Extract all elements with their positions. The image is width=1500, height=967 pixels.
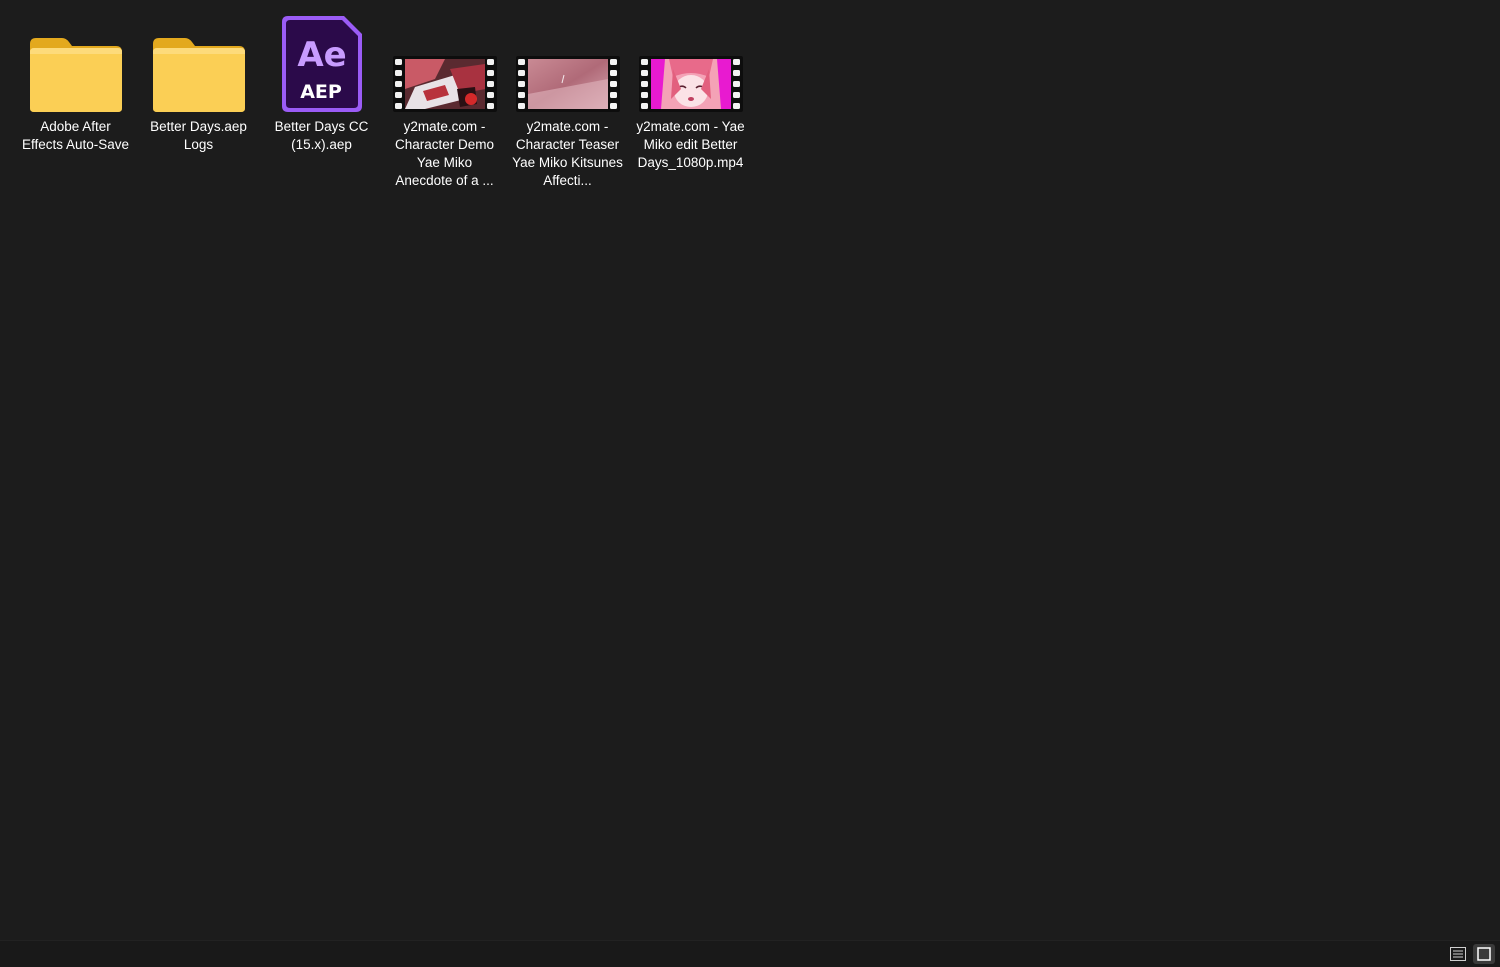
list-view-icon [1450, 947, 1466, 961]
file-name: y2mate.com - Character Teaser Yae Miko K… [512, 119, 623, 188]
video-thumbnail [650, 59, 731, 109]
file-view-pane[interactable]: Adobe After Effects Auto-Save Better Day… [0, 0, 1500, 940]
video-thumbnail-icon [513, 8, 623, 114]
video-thumbnail-icon [390, 8, 500, 114]
video-thumbnail-icon [636, 8, 746, 114]
file-name: Better Days CC (15.x).aep [274, 119, 369, 152]
file-item-video[interactable]: y2mate.com - Yae Miko edit Better Days_1… [629, 8, 752, 190]
file-item-logs-folder[interactable]: Better Days.aep Logs [137, 8, 260, 190]
file-item-video[interactable]: y2mate.com - Character Teaser Yae Miko K… [506, 8, 629, 190]
file-name: Better Days.aep Logs [150, 119, 247, 152]
file-item-video[interactable]: y2mate.com - Character Demo Yae Miko Ane… [383, 8, 506, 190]
large-icons-view-button[interactable] [1473, 944, 1495, 964]
folder-icon [144, 8, 254, 114]
details-view-button[interactable] [1447, 944, 1469, 964]
large-icons-view-icon [1477, 947, 1491, 961]
file-grid: Adobe After Effects Auto-Save Better Day… [14, 8, 752, 190]
file-item-aep[interactable]: Ae AEP Better Days CC (15.x).aep [260, 8, 383, 190]
aep-icon-extension: AEP [300, 81, 342, 103]
file-item-auto-save-folder[interactable]: Adobe After Effects Auto-Save [14, 8, 137, 190]
folder-icon [21, 8, 131, 114]
file-name: y2mate.com - Character Demo Yae Miko Ane… [394, 119, 495, 188]
status-bar [0, 940, 1500, 967]
file-name: Adobe After Effects Auto-Save [21, 119, 130, 152]
aep-icon-glyph: Ae [297, 35, 346, 75]
file-name: y2mate.com - Yae Miko edit Better Days_1… [636, 119, 745, 170]
after-effects-file-icon: Ae AEP [267, 8, 377, 114]
video-thumbnail [527, 59, 608, 109]
video-thumbnail [404, 59, 485, 109]
